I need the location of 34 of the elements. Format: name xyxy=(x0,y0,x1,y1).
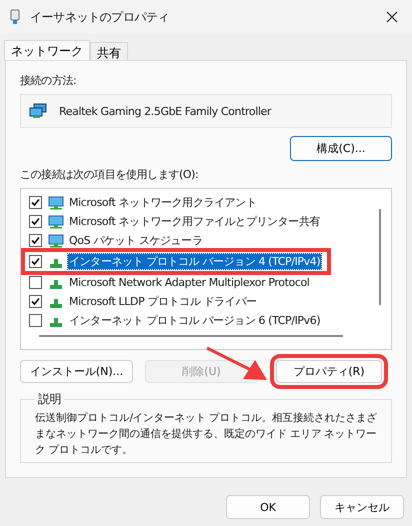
window-title: イーサネットのプロパティ xyxy=(30,8,170,26)
checkbox[interactable] xyxy=(29,295,42,308)
list-item[interactable]: インターネット プロトコル バージョン 4 (TCP/IPv4) xyxy=(68,254,322,269)
list-item[interactable]: インターネット プロトコル バージョン 6 (TCP/IPv6) xyxy=(68,313,322,328)
close-icon[interactable] xyxy=(386,11,398,23)
group-label: 説明 xyxy=(37,391,62,408)
monitor-icon xyxy=(48,234,64,248)
checkbox[interactable] xyxy=(29,276,42,289)
checkbox[interactable] xyxy=(29,234,42,247)
checkbox[interactable] xyxy=(29,255,42,268)
checkbox[interactable] xyxy=(29,314,42,327)
adapter-name: Realtek Gaming 2.5GbE Family Controller xyxy=(59,104,271,118)
network-adapter-icon xyxy=(10,9,20,25)
tab[interactable]: ネットワーク xyxy=(4,40,90,60)
list-item[interactable]: Microsoft ネットワーク用ファイルとプリンター共有 xyxy=(68,214,321,229)
monitors-icon xyxy=(29,103,47,119)
monitor-icon xyxy=(48,196,64,210)
description-text: 伝送制御プロトコル/インターネット プロトコル。相互接続されたさまざまなネットワーク間の通信を提供する、既定のワイド エリア ネットワーク プロトコルです。 xyxy=(35,411,378,458)
monitor-icon xyxy=(48,214,64,228)
section-label: この接続は次の項目を使用します(O): xyxy=(20,167,200,182)
list-item[interactable]: Microsoft ネットワーク用クライアント xyxy=(68,195,258,210)
scrollbar[interactable] xyxy=(39,335,343,337)
dialog-button[interactable]: OK xyxy=(226,495,310,519)
checkbox[interactable] xyxy=(29,196,42,209)
configure-button[interactable]: 構成(C)... xyxy=(290,136,392,161)
list-item[interactable]: QoS パケット スケジューラ xyxy=(68,233,204,248)
list-item[interactable]: Microsoft LLDP プロトコル ドライバー xyxy=(68,294,258,309)
list-item[interactable]: Microsoft Network Adapter Multiplexor Protocol xyxy=(68,276,310,289)
scrollbar[interactable] xyxy=(379,209,381,305)
dialog-button[interactable]: キャンセル xyxy=(320,495,404,519)
tab[interactable]: 共有 xyxy=(90,42,128,60)
action-button[interactable]: インストール(N)... xyxy=(20,360,133,383)
checkbox[interactable] xyxy=(29,215,42,228)
section-label: 接続の方法: xyxy=(20,73,78,88)
